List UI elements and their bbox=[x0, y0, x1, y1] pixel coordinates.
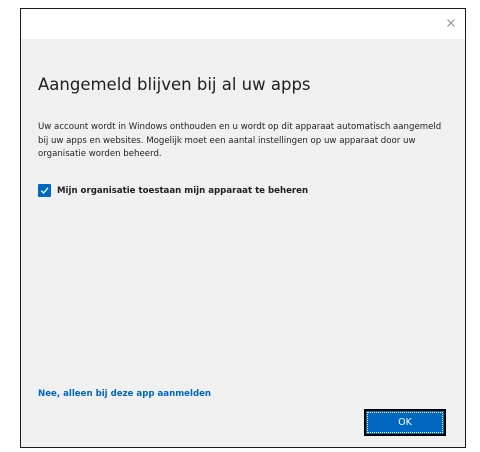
checkmark-icon bbox=[40, 187, 49, 194]
manage-device-checkbox-row[interactable]: Mijn organisatie toestaan mijn apparaat … bbox=[38, 184, 308, 197]
app-only-sign-in-link[interactable]: Nee, alleen bij deze app aanmelden bbox=[38, 389, 211, 399]
close-button[interactable] bbox=[437, 9, 465, 37]
close-icon bbox=[447, 19, 455, 27]
dialog-heading: Aangemeld blijven bij al uw apps bbox=[38, 75, 311, 94]
manage-device-checkbox[interactable] bbox=[38, 184, 51, 197]
manage-device-checkbox-label: Mijn organisatie toestaan mijn apparaat … bbox=[57, 185, 309, 196]
dialog-window: Aangemeld blijven bij al uw apps Uw acco… bbox=[20, 8, 466, 448]
dialog-title-bar bbox=[21, 9, 465, 39]
dialog-description: Uw account wordt in Windows onthouden en… bbox=[38, 122, 442, 160]
ok-button-label: OK bbox=[367, 412, 443, 433]
ok-button[interactable]: OK bbox=[364, 409, 446, 436]
